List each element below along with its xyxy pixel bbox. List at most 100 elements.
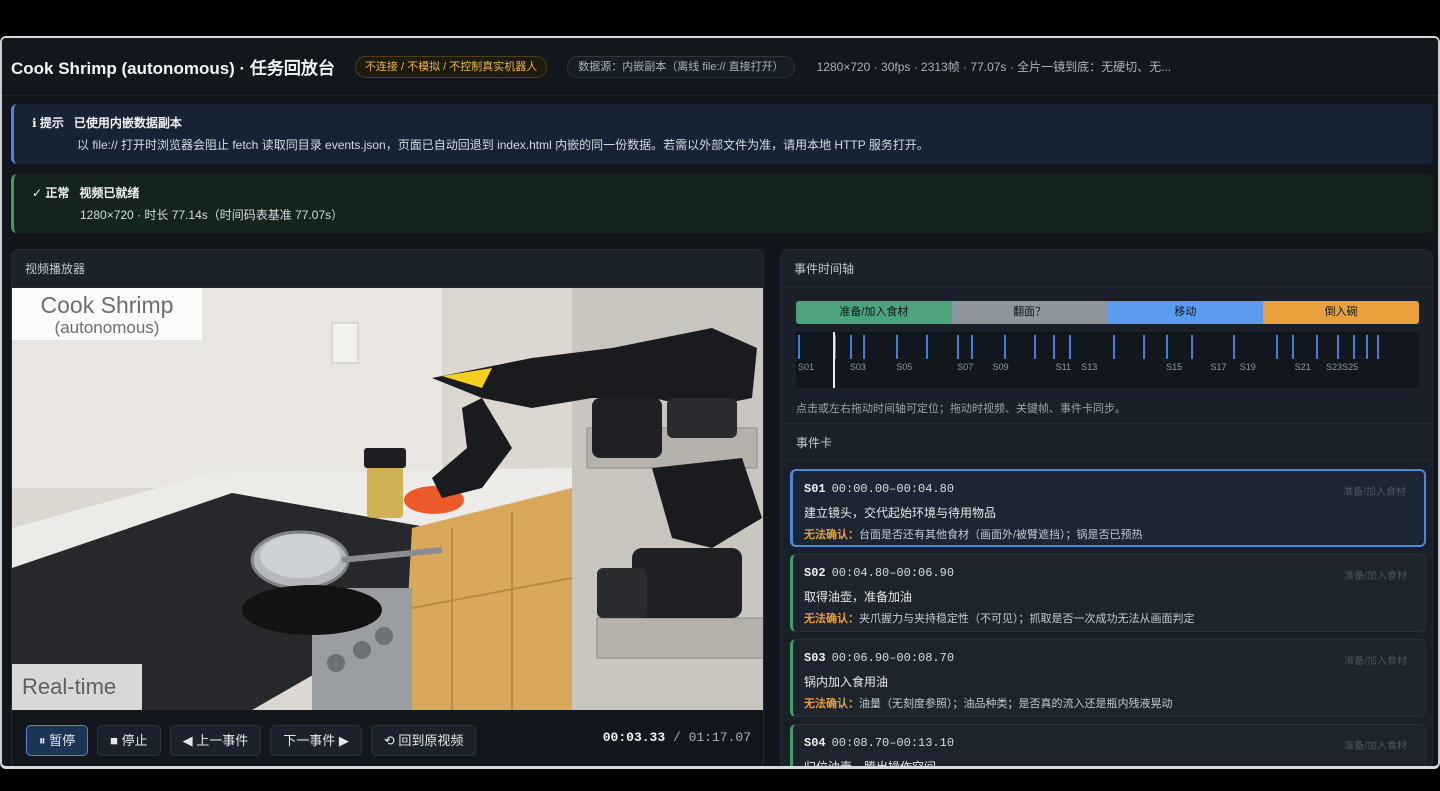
event-card-warn-label: 无法确认： xyxy=(804,698,859,710)
event-card-id: S04 xyxy=(804,736,826,750)
event-tick-label: S17 xyxy=(1210,362,1227,372)
event-card-note: 无法确认：夹爪握力与夹持稳定性（不可见）；抓取是否一次成功无法从画面判定 xyxy=(804,610,1425,626)
event-tick[interactable] xyxy=(957,335,960,359)
event-card-range: 00:04.80–00:06.90 xyxy=(831,566,955,580)
event-tick-label: S19 xyxy=(1239,362,1256,372)
event-tick[interactable] xyxy=(863,335,866,359)
event-card-phase: 准备/加入食材 xyxy=(1344,741,1407,752)
event-tick-label: S15 xyxy=(1166,362,1183,372)
time-total: / 01:17.07 xyxy=(672,730,751,745)
event-card[interactable]: S04 00:08.70–00:13.10 准备/加入食材归位油壶，腾出操作空间 xyxy=(790,724,1426,769)
timeline-hint: 点击或左右拖动时间轴可定位；拖动时视频、关键帧、事件卡同步。 xyxy=(796,403,1126,415)
event-card-header: S03 00:06.90–00:08.70 xyxy=(804,650,1425,665)
timeline-title: 事件时间轴 xyxy=(781,250,1432,288)
event-card-id: S03 xyxy=(804,651,826,665)
ready-alert-title: 视频已就绪 xyxy=(79,186,140,200)
event-tick[interactable] xyxy=(849,335,852,359)
event-card-header: S04 00:08.70–00:13.10 xyxy=(804,735,1425,750)
phase-bar[interactable]: 准备/加入食材 翻面？ 移动 倒入碗 xyxy=(796,301,1419,324)
next-event-button[interactable]: 下一事件 ▶ xyxy=(270,724,362,756)
pause-button[interactable]: ⏸ 暂停 xyxy=(26,724,89,756)
event-tick[interactable] xyxy=(1053,335,1056,359)
event-card[interactable]: S01 00:00.00–00:04.80 准备/加入食材 建立镜头，交代起始环境与待… xyxy=(790,469,1426,547)
event-tick[interactable] xyxy=(1377,335,1380,359)
video-player-panel: 视频播放器 Cook Shrimp (autonomous) Real-time… xyxy=(11,249,764,766)
event-tick[interactable] xyxy=(1190,335,1193,359)
event-tick[interactable] xyxy=(1316,335,1319,359)
event-card-title: 归位油壶，腾出操作空间 xyxy=(804,760,937,769)
time-readout: 00:03.33 / 01:17.07 xyxy=(603,730,751,745)
video-scene-image xyxy=(12,288,763,710)
event-card-note: 无法确认：台面是否还有其他食材（画面外/被臂遮挡）；锅是否已预热 xyxy=(804,526,1424,542)
back-to-original-button[interactable]: ⟲ 回到原视频 xyxy=(370,724,477,756)
time-current: 00:03.33 xyxy=(602,730,666,745)
prev-event-button[interactable]: ◀ 上一事件 xyxy=(169,724,262,756)
overlay-title-line-1: Cook Shrimp xyxy=(40,292,174,318)
event-card-note-text: 夹爪握力与夹持稳定性（不可见）；抓取是否一次成功无法从画面判定 xyxy=(859,613,1195,625)
event-card-title: 锅内加入食用油 xyxy=(804,675,889,689)
overlay-title-line-2: (autonomous) xyxy=(54,318,160,337)
event-card-phase: 准备/加入食材 xyxy=(1344,571,1407,582)
video-frame[interactable]: Cook Shrimp (autonomous) Real-time xyxy=(12,288,763,710)
event-tick[interactable] xyxy=(896,335,899,359)
phase-segment[interactable]: 翻面？ xyxy=(951,301,1108,324)
event-tick-label: S23S25 xyxy=(1326,362,1359,372)
event-cards-title: 事件卡 xyxy=(781,423,1432,461)
playhead[interactable] xyxy=(833,332,836,388)
event-tick[interactable] xyxy=(1232,335,1235,359)
event-card-id: S02 xyxy=(804,566,826,580)
event-card-warn-label: 无法确认： xyxy=(804,613,859,625)
event-tick[interactable] xyxy=(1112,335,1115,359)
event-card-header: S02 00:04.80–00:06.90 xyxy=(804,565,1425,580)
phase-segment[interactable]: 移动 xyxy=(1107,301,1264,324)
event-card-warn-label: 无法确认： xyxy=(804,529,859,541)
event-tick[interactable] xyxy=(1336,335,1339,359)
event-tick[interactable] xyxy=(1142,335,1145,359)
event-tick[interactable] xyxy=(1353,335,1356,359)
event-tick[interactable] xyxy=(970,335,973,359)
event-tick-label: S21 xyxy=(1294,362,1311,372)
event-tick-label: S13 xyxy=(1081,362,1098,372)
stop-button[interactable]: ■ 停止 xyxy=(97,724,161,756)
event-card-phase: 准备/加入食材 xyxy=(1344,656,1407,667)
info-alert: ℹ 提示 已使用内嵌数据副本 以 file:// 打开时浏览器会阻止 fetch … xyxy=(11,104,1433,164)
phase-segment[interactable]: 准备/加入食材 xyxy=(796,301,952,324)
ready-alert-body: 1280×720 · 时长 77.14s（时间码表基准 77.07s） xyxy=(80,208,344,222)
event-tick[interactable] xyxy=(1365,335,1368,359)
event-tick[interactable] xyxy=(1003,335,1006,359)
event-tick[interactable] xyxy=(925,335,928,359)
event-tick[interactable] xyxy=(1292,335,1295,359)
event-card[interactable]: S03 00:06.90–00:08.70 准备/加入食材锅内加入食用油 无法确认：油… xyxy=(790,639,1426,717)
ready-alert: ✓ 正常 视频已就绪 1280×720 · 时长 77.14s（时间码表基准 77… xyxy=(11,174,1433,233)
event-tick-label: S01 xyxy=(798,362,815,372)
page-title: Cook Shrimp (autonomous) · 任务回放台 xyxy=(11,59,335,78)
event-tick[interactable] xyxy=(1033,335,1036,359)
event-card-id: S01 xyxy=(804,482,826,496)
event-timeline-track[interactable]: S01 S03 S05 S07 S09 S11 S13 S15 S17 S19 S21 S23S25 xyxy=(796,332,1419,388)
event-tick-label: S07 xyxy=(957,362,974,372)
event-card-note-text: 台面是否还有其他食材（画面外/被臂遮挡）；锅是否已预热 xyxy=(859,529,1143,541)
event-tick-label: S09 xyxy=(992,362,1009,372)
video-meta: 1280×720 · 30fps · 2313帧 · 77.07s · 全片一镜… xyxy=(816,60,1172,74)
event-tick[interactable] xyxy=(798,335,800,359)
event-tick[interactable] xyxy=(1069,335,1072,359)
video-player-title: 视频播放器 xyxy=(12,250,763,288)
event-tick[interactable] xyxy=(1166,335,1169,359)
event-card-range: 00:06.90–00:08.70 xyxy=(831,651,955,665)
event-card-title: 取得油壶，准备加油 xyxy=(804,590,913,604)
phase-segment[interactable]: 倒入碗 xyxy=(1263,301,1419,324)
event-tick-label: S03 xyxy=(849,362,866,372)
event-tick[interactable] xyxy=(1275,335,1278,359)
info-alert-tag: ℹ 提示 xyxy=(32,116,64,130)
info-alert-body: 以 file:// 打开时浏览器会阻止 fetch 读取同目录 events.j… xyxy=(77,138,929,152)
player-controls: ⏸ 暂停 ■ 停止 ◀ 上一事件 下一事件 ▶ ⟲ 回到原视频 00:03.33… xyxy=(12,710,763,766)
info-alert-title: 已使用内嵌数据副本 xyxy=(73,116,182,130)
event-card-range: 00:08.70–00:13.10 xyxy=(831,736,955,750)
event-tick-label: S05 xyxy=(896,362,913,372)
event-card-title: 建立镜头，交代起始环境与待用物品 xyxy=(804,506,997,520)
event-card-note-text: 油量（无刻度参照）；油品种类；是否真的流入还是瓶内残液晃动 xyxy=(859,698,1173,710)
event-card-phase: 准备/加入食材 xyxy=(1343,487,1406,498)
event-card[interactable]: S02 00:04.80–00:06.90 准备/加入食材 取得油壶，准备加油 无法确认… xyxy=(790,554,1426,632)
video-overlay-corner: Real-time xyxy=(22,674,117,699)
app-window: Cook Shrimp (autonomous) · 任务回放台 不连接 / 不… xyxy=(0,36,1440,769)
